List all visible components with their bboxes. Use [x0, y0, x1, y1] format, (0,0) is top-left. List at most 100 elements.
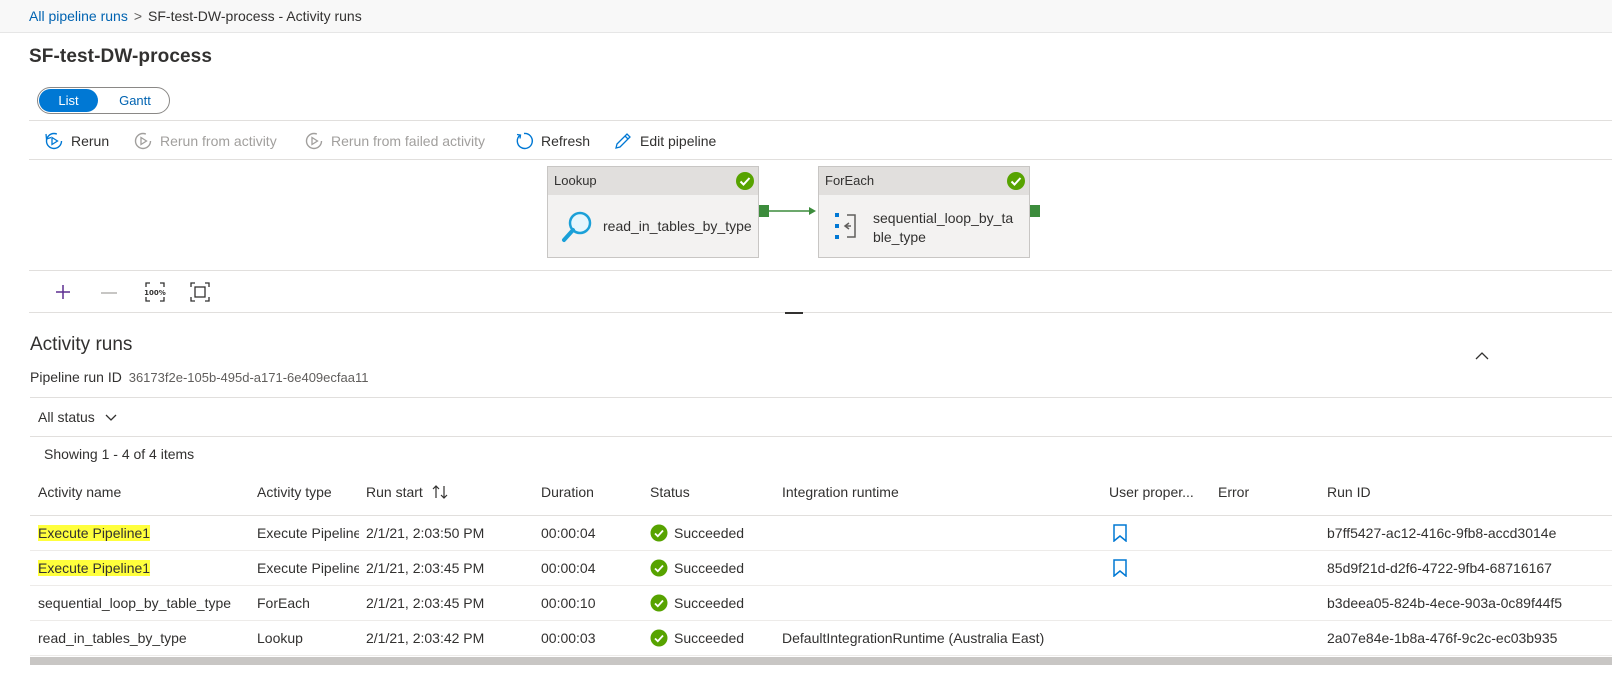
- fit-to-screen-icon: [190, 282, 210, 302]
- activity-type-cell: Execute Pipeline: [257, 560, 359, 576]
- edit-pipeline-button[interactable]: Edit pipeline: [613, 130, 716, 152]
- status-filter-dropdown[interactable]: All status: [38, 409, 118, 425]
- success-check-icon: [1007, 172, 1025, 190]
- foreach-node-name: sequential_loop_by_ta ble_type: [873, 209, 1013, 247]
- foreach-node-name-line2: ble_type: [873, 229, 926, 245]
- table-row[interactable]: Execute Pipeline1 Execute Pipeline 2/1/2…: [30, 551, 1612, 586]
- zoom-reset-label: 100%: [144, 289, 166, 297]
- activity-name-cell[interactable]: Execute Pipeline1: [38, 560, 248, 576]
- list-view-toggle[interactable]: List: [39, 89, 98, 112]
- activity-runs-title: Activity runs: [30, 334, 133, 355]
- activity-name-cell[interactable]: read_in_tables_by_type: [38, 630, 253, 646]
- run-start-label: Run start: [366, 484, 423, 500]
- breadcrumb-bar: All pipeline runs > SF-test-DW-process - A…: [0, 0, 1612, 33]
- success-check-icon: [736, 172, 754, 190]
- duration-cell: 00:00:03: [541, 630, 596, 646]
- column-header-activity-name[interactable]: Activity name: [38, 484, 121, 500]
- items-count: Showing 1 - 4 of 4 items: [44, 446, 195, 462]
- breadcrumb-separator: >: [133, 8, 143, 24]
- foreach-node-type: ForEach: [825, 173, 875, 188]
- status-cell: Succeeded: [650, 594, 744, 612]
- horizontal-scrollbar[interactable]: [30, 657, 1612, 665]
- column-header-status[interactable]: Status: [650, 484, 690, 500]
- lookup-node-body: read_in_tables_by_type: [548, 195, 758, 257]
- duration-cell: 00:00:04: [541, 525, 596, 541]
- run-id-cell[interactable]: 2a07e84e-1b8a-476f-9c2c-ec03b935: [1327, 630, 1612, 646]
- pipeline-canvas[interactable]: Lookup read_in_tables_by_type ForEach se…: [29, 160, 1612, 270]
- activity-name: Execute Pipeline1: [38, 560, 151, 576]
- toolbar: Rerun Rerun from activity Rerun from fai…: [29, 120, 1612, 160]
- column-header-activity-type[interactable]: Activity type: [257, 484, 332, 500]
- plus-icon: [56, 285, 70, 299]
- run-start-cell: 2/1/21, 2:03:45 PM: [366, 560, 485, 576]
- column-header-run-id[interactable]: Run ID: [1327, 484, 1371, 500]
- table-row[interactable]: Execute Pipeline1 Execute Pipeline 2/1/2…: [30, 516, 1612, 551]
- column-header-duration[interactable]: Duration: [541, 484, 594, 500]
- zoom-100-button[interactable]: 100%: [142, 279, 168, 305]
- activity-type-cell: Lookup: [257, 630, 303, 646]
- pipeline-run-id-label: Pipeline run ID: [30, 369, 122, 385]
- run-id-cell[interactable]: b7ff5427-ac12-416c-9fb8-accd3014e: [1327, 525, 1612, 541]
- zoom-reset-icon: 100%: [144, 282, 166, 302]
- foreach-activity-node[interactable]: ForEach sequential_loop_by_ta ble_type: [818, 166, 1030, 258]
- status-text: Succeeded: [674, 560, 745, 576]
- run-id-cell[interactable]: b3deea05-824b-4ece-903a-0c89f44f5: [1327, 595, 1612, 611]
- column-header-user-properties[interactable]: User proper...: [1109, 484, 1194, 500]
- gantt-view-toggle[interactable]: Gantt: [102, 89, 168, 112]
- zoom-to-fit-button[interactable]: [187, 279, 213, 305]
- activity-name-cell[interactable]: Execute Pipeline1: [38, 525, 248, 541]
- activity-name-cell[interactable]: sequential_loop_by_table_type: [38, 595, 253, 611]
- lookup-activity-node[interactable]: Lookup read_in_tables_by_type: [547, 166, 759, 258]
- activity-name: Execute Pipeline1: [38, 525, 151, 541]
- foreach-node-name-line1: sequential_loop_by_ta: [873, 210, 1014, 226]
- lookup-search-icon: [562, 211, 592, 242]
- foreach-loop-icon: [835, 213, 856, 239]
- duration-cell: 00:00:04: [541, 560, 596, 576]
- minus-icon: [101, 292, 117, 294]
- pane-splitter[interactable]: [785, 312, 803, 314]
- bookmark-icon[interactable]: [1112, 559, 1128, 577]
- breadcrumb-all-pipeline-runs-link[interactable]: All pipeline runs: [29, 8, 128, 24]
- activity-name: sequential_loop_by_table_type: [38, 595, 232, 611]
- run-id-cell[interactable]: 85d9f21d-d2f6-4722-9fb4-68716167: [1327, 560, 1612, 576]
- lookup-node-header: Lookup: [548, 167, 758, 195]
- column-header-error[interactable]: Error: [1218, 484, 1249, 500]
- table-header: Activity name Activity type Run start Du…: [30, 475, 1612, 516]
- canvas-zoom-bar: 100%: [29, 270, 1612, 313]
- pipeline-run-id: Pipeline run ID 36173f2e-105b-495d-a171-…: [30, 369, 368, 385]
- lookup-output-port[interactable]: [759, 205, 769, 217]
- foreach-output-port[interactable]: [1030, 205, 1040, 217]
- refresh-button[interactable]: Refresh: [514, 130, 590, 152]
- status-cell: Succeeded: [650, 524, 744, 542]
- status-cell: Succeeded: [650, 559, 744, 577]
- zoom-out-button[interactable]: [96, 279, 122, 305]
- table-row[interactable]: read_in_tables_by_type Lookup 2/1/21, 2:…: [30, 621, 1612, 656]
- success-check-icon: [650, 524, 668, 542]
- rerun-from-failed-icon: [305, 132, 323, 150]
- column-header-run-start[interactable]: Run start: [366, 484, 449, 500]
- foreach-node-header: ForEach: [819, 167, 1029, 195]
- page-title: SF-test-DW-process: [29, 46, 212, 67]
- bookmark-icon[interactable]: [1112, 524, 1128, 542]
- success-check-icon: [650, 594, 668, 612]
- sort-icon[interactable]: [431, 484, 449, 500]
- breadcrumb-current: SF-test-DW-process - Activity runs: [148, 8, 362, 24]
- rerun-from-activity-icon: [134, 132, 152, 150]
- rerun-button[interactable]: Rerun: [44, 130, 109, 152]
- table-row[interactable]: sequential_loop_by_table_type ForEach 2/…: [30, 586, 1612, 621]
- status-text: Succeeded: [674, 525, 745, 541]
- column-header-integration-runtime[interactable]: Integration runtime: [782, 484, 899, 500]
- activity-name: read_in_tables_by_type: [38, 630, 187, 646]
- zoom-in-button[interactable]: [50, 279, 76, 305]
- lookup-node-type: Lookup: [554, 173, 597, 188]
- status-cell: Succeeded: [650, 629, 744, 647]
- filter-bar: All status: [30, 397, 1612, 437]
- chevron-up-icon[interactable]: [1474, 348, 1490, 364]
- run-start-cell: 2/1/21, 2:03:42 PM: [366, 630, 485, 646]
- rerun-from-failed-activity-button[interactable]: Rerun from failed activity: [304, 130, 485, 152]
- rerun-from-activity-button[interactable]: Rerun from activity: [133, 130, 277, 152]
- lookup-node-name: read_in_tables_by_type: [603, 218, 752, 234]
- rerun-from-activity-label: Rerun from activity: [160, 133, 277, 149]
- duration-cell: 00:00:10: [541, 595, 596, 611]
- view-toggle: List Gantt: [37, 87, 170, 114]
